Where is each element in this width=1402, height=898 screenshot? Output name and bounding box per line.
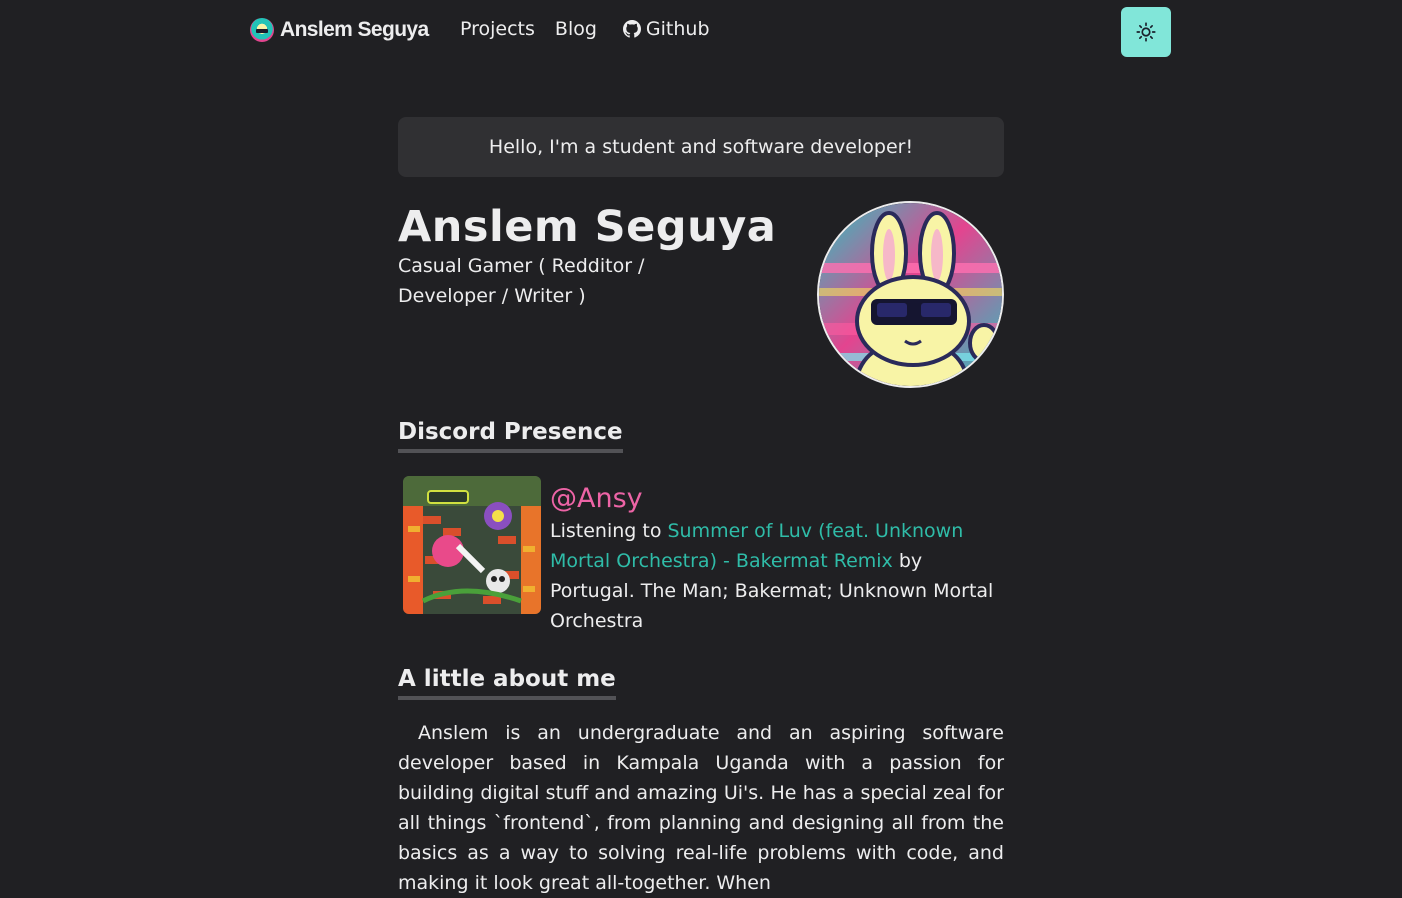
github-icon: [622, 20, 641, 38]
discord-username: @Ansy: [550, 483, 643, 514]
bunny-logo-icon: [250, 18, 274, 42]
bunny-avatar-image: [819, 203, 1002, 386]
theme-toggle-button[interactable]: [1121, 7, 1171, 57]
navbar: Anslem Seguya Projects Blog Github: [0, 0, 1402, 64]
profile-section: Anslem Seguya Casual Gamer ( Redditor / …: [398, 201, 1004, 401]
about-heading: A little about me: [398, 664, 616, 700]
brand-name: Anslem Seguya: [280, 18, 429, 41]
by-prefix: by: [898, 550, 923, 572]
album-art-image: [403, 476, 541, 614]
profile-subtitle: Casual Gamer ( Redditor / Developer / Wr…: [398, 255, 645, 307]
about-paragraph: Anslem is an undergraduate and an aspiri…: [398, 722, 1004, 894]
listening-prefix: Listening to: [550, 520, 662, 542]
presence-details: @Ansy Listening to Summer of Luv (feat. …: [550, 477, 1004, 636]
discord-presence-card: @Ansy Listening to Summer of Luv (feat. …: [398, 476, 1004, 636]
song-artists: Portugal. The Man; Bakermat; Unknown Mor…: [550, 580, 994, 632]
greeting-banner: Hello, I'm a student and software develo…: [398, 117, 1004, 177]
nav-link-blog[interactable]: Blog: [555, 18, 597, 40]
listening-status: Listening to Summer of Luv (feat. Unknow…: [550, 516, 1004, 636]
avatar: [817, 201, 1004, 388]
github-label: Github: [645, 18, 710, 40]
discord-presence-heading: Discord Presence: [398, 417, 623, 453]
nav-links: Projects Blog Github: [460, 18, 730, 40]
main-content: Hello, I'm a student and software develo…: [398, 117, 1004, 898]
nav-link-github[interactable]: Github: [622, 18, 710, 40]
brand-link[interactable]: Anslem Seguya: [250, 14, 429, 46]
nav-link-projects[interactable]: Projects: [460, 18, 535, 40]
sun-icon: [1136, 22, 1156, 42]
greeting-text: Hello, I'm a student and software develo…: [488, 136, 914, 158]
